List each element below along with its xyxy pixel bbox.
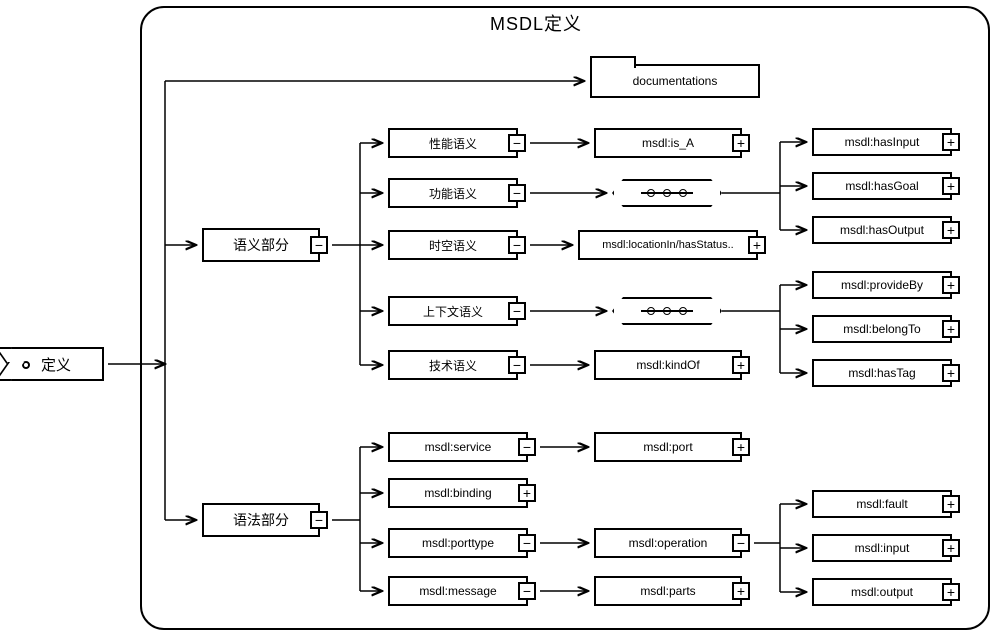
has-input-node: msdl:hasInput + <box>812 128 952 156</box>
porttype-label: msdl:porttype <box>422 536 494 550</box>
expand-icon[interactable]: + <box>942 221 960 239</box>
documentations-folder: documentations <box>590 64 760 98</box>
expand-icon[interactable]: + <box>942 583 960 601</box>
syntax-section-label: 语法部分 <box>233 510 289 530</box>
provide-by-node: msdl:provideBy + <box>812 271 952 299</box>
collapse-icon[interactable]: − <box>310 511 328 529</box>
input-label: msdl:input <box>855 541 910 555</box>
diagram-title: MSDL定义 <box>490 10 582 36</box>
spatiotemporal-label: 时空语义 <box>429 237 477 254</box>
collapse-icon[interactable]: − <box>508 236 526 254</box>
context-sequence <box>612 297 722 325</box>
has-tag-label: msdl:hasTag <box>848 366 915 380</box>
perf-semantic-node: 性能语义 − <box>388 128 518 158</box>
perf-label: 性能语义 <box>429 135 477 152</box>
root-label: 定义 <box>41 354 71 375</box>
location-label: msdl:locationIn/hasStatus.. <box>602 239 733 251</box>
expand-icon[interactable]: + <box>942 495 960 513</box>
input-node: msdl:input + <box>812 534 952 562</box>
porttype-node: msdl:porttype − <box>388 528 528 558</box>
belong-to-label: msdl:belongTo <box>843 322 920 336</box>
collapse-icon[interactable]: − <box>508 356 526 374</box>
expand-icon[interactable]: + <box>942 276 960 294</box>
service-label: msdl:service <box>425 440 492 454</box>
expand-icon[interactable]: + <box>942 364 960 382</box>
collapse-icon[interactable]: − <box>508 134 526 152</box>
port-node: msdl:port + <box>594 432 742 462</box>
func-sequence <box>612 179 722 207</box>
service-node: msdl:service − <box>388 432 528 462</box>
binding-label: msdl:binding <box>424 486 491 500</box>
collapse-icon[interactable]: − <box>518 438 536 456</box>
fault-node: msdl:fault + <box>812 490 952 518</box>
collapse-icon[interactable]: − <box>732 534 750 552</box>
has-output-node: msdl:hasOutput + <box>812 216 952 244</box>
location-node: msdl:locationIn/hasStatus.. + <box>578 230 758 260</box>
has-input-label: msdl:hasInput <box>845 135 920 149</box>
expand-icon[interactable]: + <box>942 177 960 195</box>
is-a-node: msdl:is_A + <box>594 128 742 158</box>
message-label: msdl:message <box>419 584 496 598</box>
collapse-icon[interactable]: − <box>310 236 328 254</box>
expand-icon[interactable]: + <box>732 134 750 152</box>
func-semantic-node: 功能语义 − <box>388 178 518 208</box>
expand-icon[interactable]: + <box>732 438 750 456</box>
kindof-label: msdl:kindOf <box>636 358 699 372</box>
spatiotemporal-semantic-node: 时空语义 − <box>388 230 518 260</box>
expand-icon[interactable]: + <box>732 582 750 600</box>
parts-node: msdl:parts + <box>594 576 742 606</box>
tech-label: 技术语义 <box>429 357 477 374</box>
context-semantic-node: 上下文语义 − <box>388 296 518 326</box>
provide-by-label: msdl:provideBy <box>841 278 923 292</box>
message-node: msdl:message − <box>388 576 528 606</box>
has-output-label: msdl:hasOutput <box>840 223 924 237</box>
operation-label: msdl:operation <box>629 536 708 550</box>
syntax-section-node: 语法部分 − <box>202 503 320 537</box>
collapse-icon[interactable]: − <box>518 582 536 600</box>
expand-icon[interactable]: + <box>732 356 750 374</box>
operation-node: msdl:operation − <box>594 528 742 558</box>
has-goal-label: msdl:hasGoal <box>845 179 918 193</box>
collapse-icon[interactable]: − <box>508 184 526 202</box>
is-a-label: msdl:is_A <box>642 136 694 150</box>
root-definition-node: 定义 <box>8 347 104 381</box>
semantic-section-label: 语义部分 <box>233 235 289 255</box>
expand-icon[interactable]: + <box>518 484 536 502</box>
context-label: 上下文语义 <box>423 303 483 320</box>
tech-semantic-node: 技术语义 − <box>388 350 518 380</box>
fault-label: msdl:fault <box>856 497 907 511</box>
expand-icon[interactable]: + <box>942 133 960 151</box>
binding-node: msdl:binding + <box>388 478 528 508</box>
belong-to-node: msdl:belongTo + <box>812 315 952 343</box>
expand-icon[interactable]: + <box>748 236 766 254</box>
func-label: 功能语义 <box>429 185 477 202</box>
expand-icon[interactable]: + <box>942 539 960 557</box>
port-label: msdl:port <box>643 440 692 454</box>
semantic-section-node: 语义部分 − <box>202 228 320 262</box>
has-goal-node: msdl:hasGoal + <box>812 172 952 200</box>
kindof-node: msdl:kindOf + <box>594 350 742 380</box>
documentations-label: documentations <box>633 74 718 88</box>
output-label: msdl:output <box>851 585 913 599</box>
expand-icon[interactable]: + <box>942 320 960 338</box>
output-node: msdl:output + <box>812 578 952 606</box>
has-tag-node: msdl:hasTag + <box>812 359 952 387</box>
parts-label: msdl:parts <box>640 584 695 598</box>
collapse-icon[interactable]: − <box>508 302 526 320</box>
collapse-icon[interactable]: − <box>518 534 536 552</box>
